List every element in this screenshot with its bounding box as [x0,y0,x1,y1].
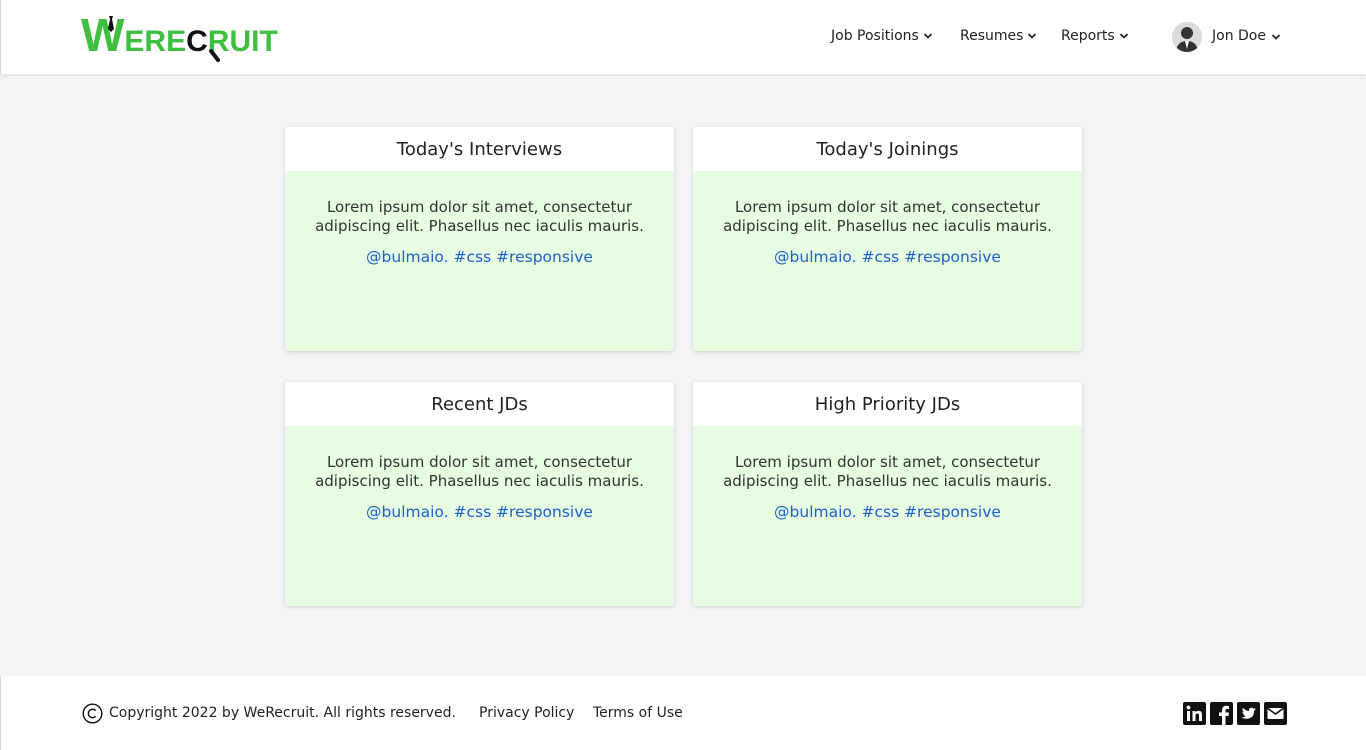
user-menu[interactable]: Jon Doe [1212,28,1281,44]
card-title: Recent JDs [285,382,674,426]
chevron-down-icon [1028,33,1037,39]
card-tags[interactable]: @bulmaio. #css #responsive [303,503,656,522]
card-title: Today's Interviews [285,127,674,171]
card-recent-jds: Recent JDs Lorem ipsum dolor sit amet, c… [285,382,674,606]
card-text: Lorem ipsum dolor sit amet, consectetur … [723,198,1052,235]
card-title: High Priority JDs [693,382,1082,426]
card-high-priority-jds: High Priority JDs Lorem ipsum dolor sit … [693,382,1082,606]
nav-resumes-label: Resumes [960,28,1024,44]
terms-of-use-link[interactable]: Terms of Use [593,705,683,721]
facebook-icon[interactable] [1210,702,1233,725]
card-todays-interviews: Today's Interviews Lorem ipsum dolor sit… [285,127,674,351]
card-text: Lorem ipsum dolor sit amet, consectetur … [315,198,644,235]
nav-reports-label: Reports [1061,28,1115,44]
logo-ere: ERE [124,25,187,58]
twitter-icon[interactable] [1237,702,1260,725]
chevron-down-icon [1119,33,1128,39]
card-body: Lorem ipsum dolor sit amet, consectetur … [693,426,1082,522]
top-navbar: W ERE C RUIT Job Positions Resumes Reports … [0,0,1366,74]
nav-job-positions-label: Job Positions [831,28,919,44]
tie-icon [108,16,114,32]
card-body: Lorem ipsum dolor sit amet, consectetur … [285,426,674,522]
nav-job-positions[interactable]: Job Positions [831,28,933,44]
card-body: Lorem ipsum dolor sit amet, consectetur … [693,171,1082,267]
card-text: Lorem ipsum dolor sit amet, consectetur … [723,453,1052,490]
user-name-label: Jon Doe [1212,28,1266,44]
avatar-silhouette [1172,22,1202,52]
chevron-down-icon [923,33,932,39]
footer: Copyright 2022 by WeRecruit. All rights … [0,676,1366,750]
card-todays-joinings: Today's Joinings Lorem ipsum dolor sit a… [693,127,1082,351]
werecruit-logo[interactable]: W ERE C RUIT [81,12,296,62]
logo-w: W [81,9,125,61]
card-text: Lorem ipsum dolor sit amet, consectetur … [315,453,644,490]
linkedin-icon[interactable] [1183,702,1206,725]
chevron-down-icon [1271,34,1281,40]
copyright-text: Copyright 2022 by WeRecruit. All rights … [109,705,456,721]
email-icon[interactable] [1264,702,1287,725]
copyright-icon [82,703,103,724]
card-body: Lorem ipsum dolor sit amet, consectetur … [285,171,674,267]
magnifier-icon [209,49,220,62]
card-tags[interactable]: @bulmaio. #css #responsive [711,503,1064,522]
user-avatar-icon[interactable] [1172,22,1202,52]
card-tags[interactable]: @bulmaio. #css #responsive [303,248,656,267]
nav-reports[interactable]: Reports [1061,28,1129,44]
card-title: Today's Joinings [693,127,1082,171]
privacy-policy-link[interactable]: Privacy Policy [479,705,574,721]
nav-resumes[interactable]: Resumes [960,28,1037,44]
card-tags[interactable]: @bulmaio. #css #responsive [711,248,1064,267]
